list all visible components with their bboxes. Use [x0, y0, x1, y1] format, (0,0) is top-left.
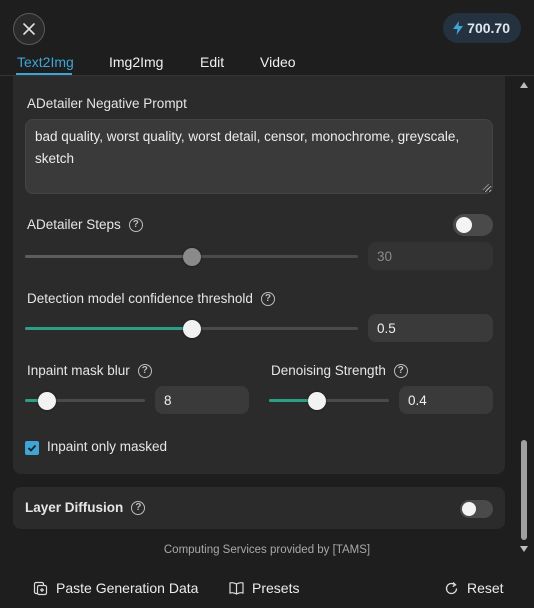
toggle-knob: [456, 217, 472, 233]
confidence-label: Detection model confidence threshold ?: [27, 291, 275, 306]
mask-blur-input[interactable]: 8: [155, 386, 249, 414]
book-icon: [229, 582, 244, 595]
tab-bar: Text2Img Img2Img Edit Video: [0, 52, 534, 76]
slider-fill: [25, 255, 192, 258]
denoising-slider[interactable]: [269, 392, 389, 410]
scroll-up-icon[interactable]: [520, 82, 528, 88]
tab-video[interactable]: Video: [260, 54, 296, 70]
negative-prompt-textarea[interactable]: bad quality, worst quality, worst detail…: [25, 119, 493, 194]
reset-button[interactable]: Reset: [444, 578, 504, 598]
slider-fill: [25, 327, 192, 330]
layer-diffusion-toggle[interactable]: [460, 500, 493, 518]
toggle-knob: [462, 502, 476, 516]
close-icon: [23, 23, 35, 35]
steps-input[interactable]: 30: [368, 242, 493, 270]
denoising-label: Denoising Strength ?: [271, 363, 408, 378]
steps-toggle[interactable]: [453, 214, 493, 236]
credits-value: 700.70: [467, 20, 510, 36]
negative-prompt-text: bad quality, worst quality, worst detail…: [35, 129, 460, 166]
tab-text2img[interactable]: Text2Img: [17, 54, 74, 70]
layer-diffusion-label: Layer Diffusion ?: [25, 500, 146, 515]
lightning-icon: [453, 21, 464, 35]
footer-note: Computing Services provided by [TAMS]: [163, 544, 371, 556]
denoising-input[interactable]: 0.4: [399, 386, 493, 414]
active-tab-indicator: [16, 73, 72, 75]
close-button[interactable]: [13, 13, 45, 45]
slider-thumb[interactable]: [37, 392, 56, 410]
resize-handle-icon[interactable]: [482, 183, 490, 191]
scrollbar[interactable]: [518, 78, 530, 556]
scrollbar-thumb[interactable]: [521, 440, 527, 540]
help-icon[interactable]: ?: [137, 363, 152, 378]
help-icon[interactable]: ?: [260, 291, 275, 306]
paste-icon: [33, 581, 48, 595]
slider-thumb[interactable]: [182, 248, 201, 266]
presets-button[interactable]: Presets: [229, 578, 299, 598]
confidence-input[interactable]: 0.5: [368, 314, 493, 342]
steps-label: ADetailer Steps ?: [27, 217, 143, 232]
tab-edit[interactable]: Edit: [200, 54, 224, 70]
credits-badge[interactable]: 700.70: [443, 13, 521, 43]
confidence-slider[interactable]: [25, 320, 358, 338]
help-icon[interactable]: ?: [131, 500, 146, 515]
adetailer-panel: ADetailer Negative Prompt bad quality, w…: [13, 76, 505, 474]
inpaint-only-masked-checkbox[interactable]: [25, 441, 39, 455]
slider-thumb[interactable]: [182, 320, 201, 338]
help-icon[interactable]: ?: [128, 217, 143, 232]
negative-prompt-label: ADetailer Negative Prompt: [27, 96, 187, 111]
help-icon[interactable]: ?: [393, 363, 408, 378]
inpaint-only-masked-label: Inpaint only masked: [47, 439, 168, 454]
mask-blur-label: Inpaint mask blur ?: [27, 363, 152, 378]
checkmark-icon: [27, 444, 37, 452]
slider-thumb[interactable]: [308, 392, 326, 410]
steps-slider[interactable]: [25, 248, 358, 266]
mask-blur-slider[interactable]: [25, 392, 145, 410]
reset-icon: [445, 581, 458, 594]
tab-img2img[interactable]: Img2Img: [109, 54, 163, 70]
layer-diffusion-panel: Layer Diffusion ?: [13, 487, 505, 529]
paste-generation-data-button[interactable]: Paste Generation Data: [33, 578, 198, 598]
